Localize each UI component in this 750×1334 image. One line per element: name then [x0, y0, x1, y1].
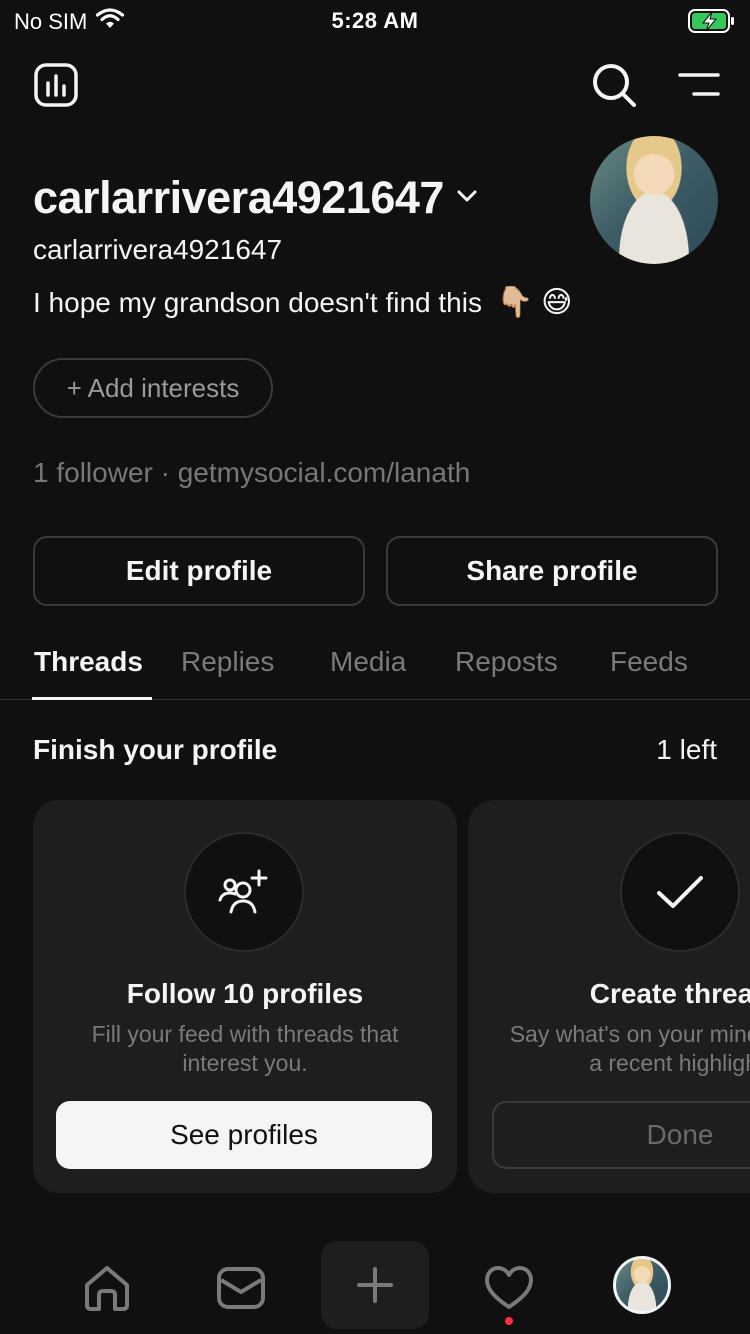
card-description-line: Say what's on your mind or share: [509, 1021, 750, 1047]
chevron-down-icon[interactable]: [456, 189, 478, 208]
card-title: Create thread: [589, 978, 750, 1009]
finish-profile-remaining: 1 left: [656, 734, 717, 765]
card-description: Say what's on your mind or share a recen…: [468, 1020, 750, 1078]
profile-bio: I hope my grandson doesn't find this 👇🏼 …: [33, 287, 572, 319]
home-icon[interactable]: [67, 1248, 147, 1328]
profile-handle: carlarrivera4921647: [33, 234, 283, 265]
finish-profile-title: Finish your profile: [33, 734, 278, 765]
profile-display-name: carlarrivera4921647: [33, 172, 444, 223]
tab-feeds[interactable]: Feeds: [610, 646, 688, 678]
profile-tabs: Threads Replies Media Reposts Feeds: [0, 620, 750, 700]
share-profile-button[interactable]: Share profile: [386, 536, 718, 606]
checkmark-icon: [620, 832, 740, 952]
activity-icon[interactable]: [469, 1248, 549, 1328]
bio-text: I hope my grandson doesn't find this: [33, 287, 482, 318]
tab-replies[interactable]: Replies: [181, 646, 274, 678]
create-icon[interactable]: [321, 1241, 429, 1329]
clock: 5:28 AM: [331, 8, 419, 33]
inbox-icon[interactable]: [201, 1248, 281, 1328]
card-description-line: a recent highlight.: [589, 1050, 750, 1076]
active-tab-indicator: [32, 697, 152, 700]
card-description: Fill your feed with threads that interes…: [33, 1020, 457, 1078]
followers-link[interactable]: 1 follower · getmysocial.com/lanath: [33, 457, 470, 489]
pointing-down-emoji: 👇🏼: [495, 286, 534, 319]
done-button[interactable]: Done: [492, 1101, 750, 1169]
tab-reposts[interactable]: Reposts: [455, 646, 558, 678]
onboarding-card-create-thread: Create thread Say what's on your mind or…: [468, 800, 750, 1193]
menu-icon[interactable]: [674, 60, 724, 110]
edit-profile-button[interactable]: Edit profile: [33, 536, 365, 606]
profile-avatar[interactable]: [590, 136, 718, 264]
card-description-line: Fill your feed with threads that: [91, 1021, 399, 1047]
see-profiles-button[interactable]: See profiles: [56, 1101, 432, 1169]
bottom-nav: [0, 1234, 750, 1334]
insights-icon[interactable]: [31, 60, 81, 110]
battery-charging-icon: [688, 8, 736, 40]
add-interests-button[interactable]: + Add interests: [33, 358, 273, 418]
tab-media[interactable]: Media: [330, 646, 406, 678]
sweat-smile-emoji: 😅: [541, 286, 573, 319]
card-title: Follow 10 profiles: [126, 978, 364, 1009]
tab-threads[interactable]: Threads: [34, 646, 143, 678]
card-description-line: interest you.: [182, 1050, 308, 1076]
search-icon[interactable]: [589, 60, 639, 110]
profile-avatar-tab[interactable]: [613, 1256, 671, 1314]
activity-badge: [505, 1317, 513, 1325]
status-bar: No SIM 5:28 AM: [0, 0, 750, 40]
onboarding-card-follow: Follow 10 profiles Fill your feed with t…: [33, 800, 457, 1193]
add-people-icon: [184, 832, 304, 952]
profile-name-row[interactable]: carlarrivera4921647: [33, 172, 478, 224]
